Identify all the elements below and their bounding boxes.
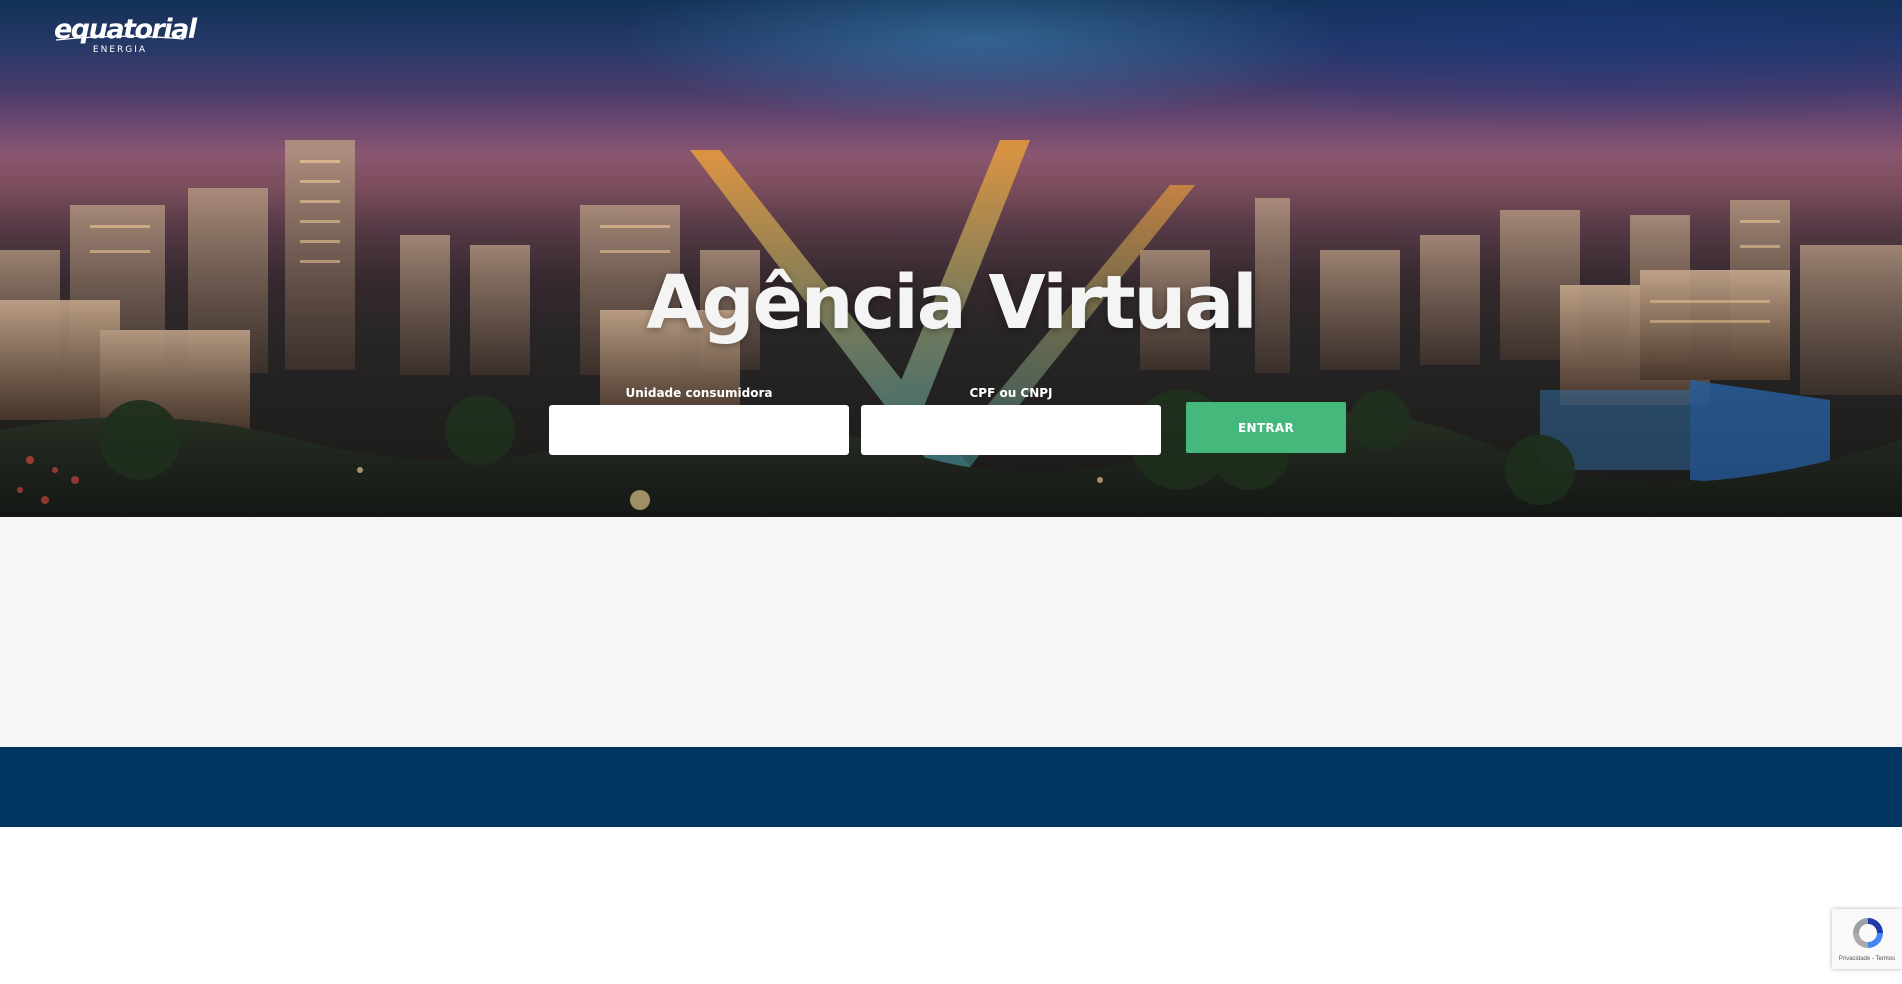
entrar-button[interactable]: ENTRAR [1186, 402, 1346, 453]
footer-bar [0, 747, 1902, 827]
consumer-unit-input[interactable] [549, 405, 849, 455]
hero-banner: equatorial ENERGIA Agência Virtual Unida… [0, 0, 1902, 517]
recaptcha-badge[interactable]: Privacidade - Termos [1832, 909, 1902, 969]
cpf-cnpj-input[interactable] [861, 405, 1161, 455]
doc-field-label: CPF ou CNPJ [969, 386, 1053, 400]
logo-subtitle: ENERGIA [92, 45, 148, 55]
equatorial-logo[interactable]: equatorial ENERGIA [54, 16, 197, 56]
page-title: Agência Virtual [646, 260, 1257, 346]
recaptcha-icon [1853, 918, 1883, 948]
recaptcha-links[interactable]: Privacidade - Termos [1832, 956, 1902, 962]
unit-field-label: Unidade consumidora [625, 386, 773, 400]
content-section [0, 517, 1902, 747]
logo-swoosh-icon [55, 35, 185, 41]
